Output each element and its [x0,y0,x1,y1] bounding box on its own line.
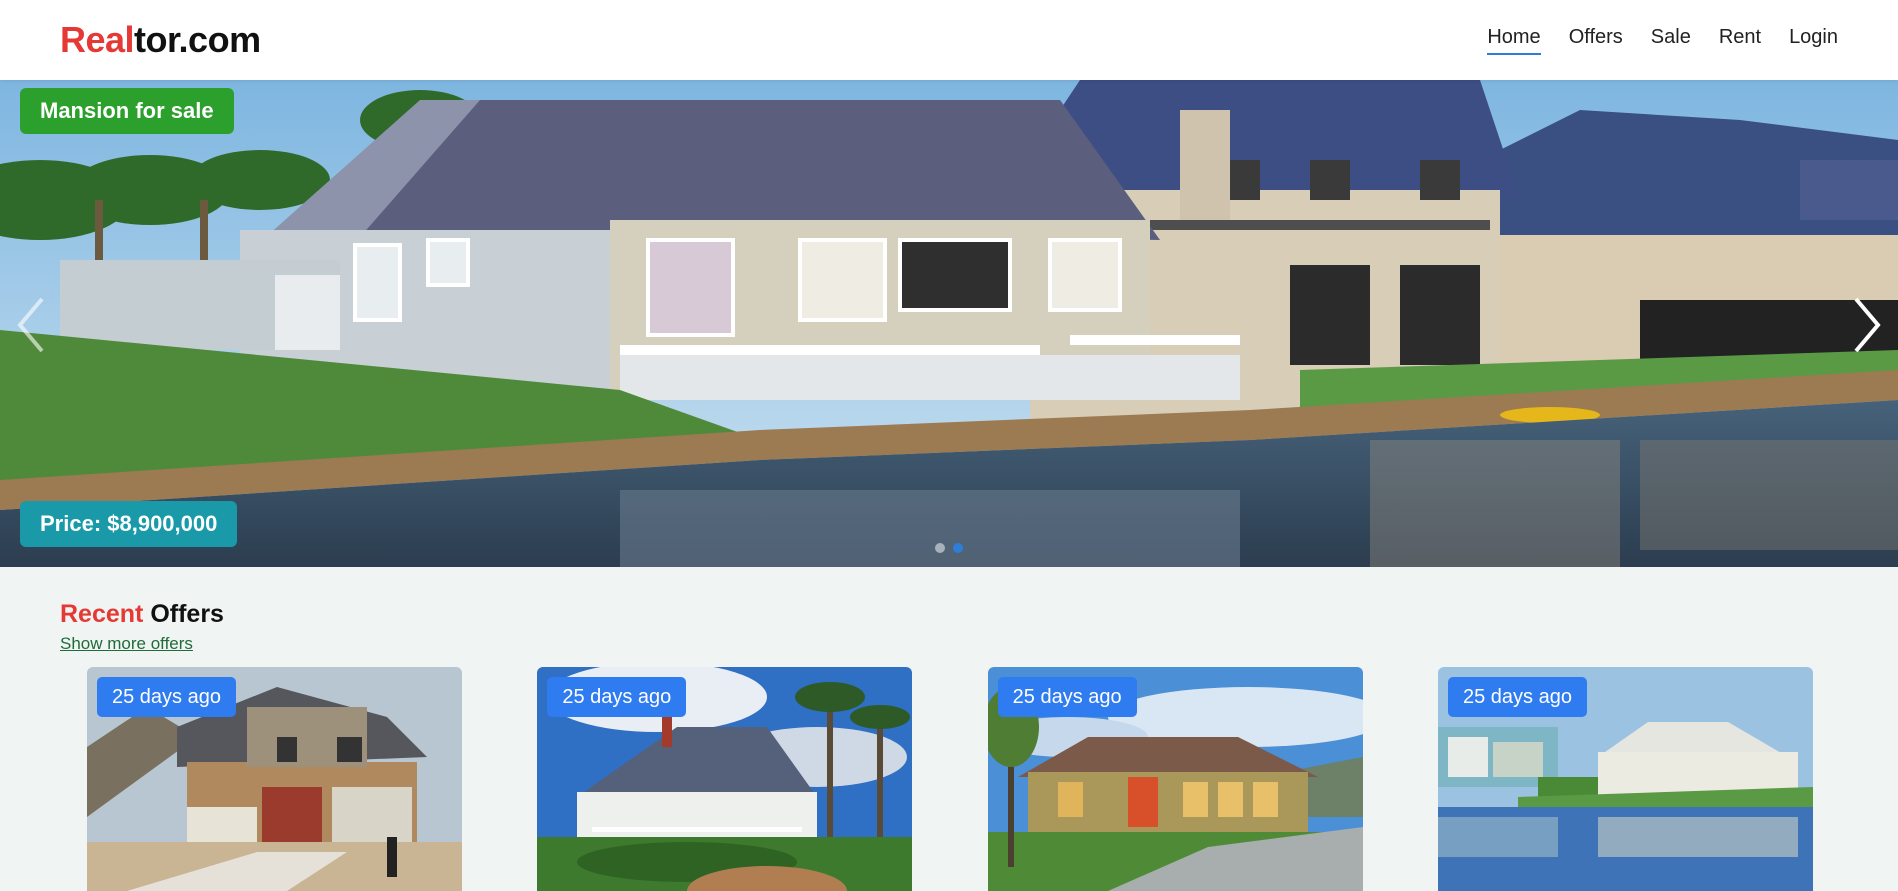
nav-home-link[interactable]: Home [1487,26,1541,55]
offer-card-1[interactable]: 25 days ago [87,667,462,891]
carousel-prev-button[interactable] [6,290,56,360]
site-logo[interactable]: Realtor.com [60,19,261,61]
nav-offers-link[interactable]: Offers [1569,26,1623,55]
site-header: Realtor.com Home Offers Sale Rent Login [0,0,1898,80]
offer-card-4-badge: 25 days ago [1447,677,1587,717]
nav-login-link[interactable]: Login [1789,26,1838,55]
offer-card-4[interactable]: 25 days ago [1437,667,1813,891]
chevron-right-icon [1854,297,1881,353]
show-more-offers-link[interactable]: Show more offers [60,634,193,654]
offer-card-2-badge: 25 days ago [547,677,687,717]
carousel-dot-1[interactable] [935,543,945,553]
chevron-left-icon [17,297,44,353]
recent-title-accent: Recent [60,600,144,628]
offer-card-2[interactable]: 25 days ago [537,667,913,891]
carousel-next-button[interactable] [1842,290,1892,360]
main-nav: Home Offers Sale Rent Login [1487,26,1838,55]
hero-image [0,80,1898,567]
offer-card-3[interactable]: 25 days ago [987,667,1363,891]
hero-carousel: Mansion for sale Price: $8,900,000 [0,80,1898,567]
price-badge: Price: $8,900,000 [20,501,238,547]
carousel-indicators [935,543,963,553]
offer-card-1-badge: 25 days ago [97,677,236,717]
property-type-badge: Mansion for sale [20,88,234,134]
carousel-dot-2[interactable] [953,543,963,553]
offer-card-3-badge: 25 days ago [997,677,1137,717]
logo-rest-text: tor.com [134,19,261,60]
recent-title-rest: Offers [150,600,224,628]
nav-sale-link[interactable]: Sale [1651,26,1691,55]
logo-accent-text: Real [60,19,135,60]
offer-cards: 25 days ago 25 days ago 25 days ago 25 d… [87,667,1813,891]
nav-rent-link[interactable]: Rent [1719,26,1761,55]
recent-offers-title: Recent Offers [60,600,224,629]
